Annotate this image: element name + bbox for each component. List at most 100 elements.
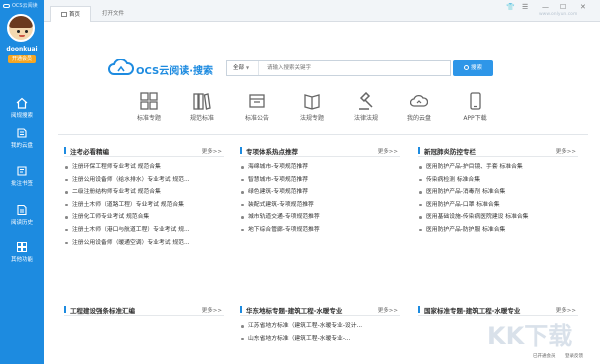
category-label: 标准专题: [136, 115, 161, 122]
category-announcements[interactable]: 标准公告: [232, 92, 282, 122]
list-item[interactable]: 城市轨道交通-专项规范推荐: [240, 211, 400, 224]
search-button[interactable]: 搜索: [453, 60, 493, 76]
more-link[interactable]: 更多>>: [202, 147, 222, 155]
list-item[interactable]: 注册化工师专业考试 规范合集: [64, 211, 224, 224]
sidebar-item-label: 批注书签: [10, 181, 33, 187]
sidebar-item-more[interactable]: 其他功能: [0, 241, 44, 271]
list-item[interactable]: 江苏省地方标准（建筑工程-水暖专业-设计...: [240, 320, 400, 333]
category-label: 法律法规: [353, 115, 378, 122]
search-button-label: 搜索: [470, 65, 482, 71]
watermark-logo: KK下载: [487, 322, 573, 350]
status-left: 已开通会员: [533, 354, 556, 359]
more-link[interactable]: 更多>>: [556, 306, 576, 314]
list-item[interactable]: 医用防护产品-口罩 标准合集: [418, 199, 578, 212]
list-item[interactable]: 传染病检测 标准合集: [418, 174, 578, 187]
annotation-icon: [17, 166, 27, 176]
list-item[interactable]: 注册土木师（港口与航道工程）专业考试 规...: [64, 224, 224, 237]
search-input[interactable]: [263, 61, 449, 75]
vip-badge[interactable]: 开通会员: [8, 55, 36, 63]
list-item[interactable]: 海绵城市-专项规范推荐: [240, 161, 400, 174]
category-label: APP下载: [463, 115, 487, 122]
category-label: 法规专题: [299, 115, 324, 122]
cloud-drive-icon: [17, 128, 27, 138]
list-item[interactable]: 医用基础设施-传染病医院建设 标准合集: [418, 211, 578, 224]
close-icon[interactable]: ✕: [580, 3, 586, 11]
section-header: 国家标准专题-建筑工程-水暖专业 更多>>: [418, 304, 578, 316]
sidebar-item-annotations[interactable]: 批注书签: [0, 165, 44, 195]
sidebar-item-search[interactable]: 阅规搜索: [0, 97, 44, 127]
section-header: 工程建设强条标准汇编 更多>>: [64, 304, 224, 316]
sidebar-item-history[interactable]: 阅读历史: [0, 204, 44, 234]
category-my-cloud[interactable]: 我的云盘: [394, 92, 444, 122]
category-standard-topics[interactable]: 标准专题: [124, 92, 174, 122]
list-item[interactable]: 装配式建筑-专项规范推荐: [240, 199, 400, 212]
section-title: 注考必看精编: [70, 148, 109, 156]
divider: [58, 134, 588, 135]
section-header: 专项体系热点推荐 更多>>: [240, 145, 400, 157]
search-category-value: 全部: [233, 65, 245, 71]
section-east-china-local: 华东地标专题-建筑工程-水暖专业 更多>> 江苏省地方标准（建筑工程-水暖专业-…: [240, 304, 400, 345]
brand-name: OCS云阅读·搜索: [136, 66, 214, 77]
search-category-select[interactable]: 全部 ▼: [227, 61, 259, 75]
section-accent-bar: [240, 306, 242, 313]
section-hot-topics: 专项体系热点推荐 更多>> 海绵城市-专项规范推荐 智慧城市-专项规范推荐 绿色…: [240, 145, 400, 237]
section-header: 注考必看精编 更多>>: [64, 145, 224, 157]
sidebar-item-label: 阅规搜索: [10, 113, 33, 119]
sidebar-item-label: 其他功能: [10, 257, 33, 263]
section-accent-bar: [64, 306, 66, 313]
gavel-icon: [359, 92, 373, 110]
list-item[interactable]: 医用防护产品-防护服 标准合集: [418, 224, 578, 237]
announcement-icon: [249, 94, 265, 108]
username: doonkuai: [6, 46, 38, 53]
phone-icon: [470, 92, 481, 110]
category-laws[interactable]: 法律法规: [341, 92, 391, 122]
list-item[interactable]: 注册公用设备师（给水排水）专业考试 规范...: [64, 174, 224, 187]
tab-home[interactable]: 首页: [50, 6, 92, 22]
list-item[interactable]: 智慧城市-专项规范推荐: [240, 174, 400, 187]
search-box: 全部 ▼: [226, 60, 451, 76]
tab-label: 首页: [69, 12, 81, 18]
category-law-topics[interactable]: 法规专题: [287, 92, 337, 122]
skin-icon[interactable]: 👕: [506, 3, 515, 11]
feedback-link[interactable]: 登录反馈: [565, 353, 583, 359]
list-item[interactable]: 绿色建筑-专项规范推荐: [240, 186, 400, 199]
avatar[interactable]: [7, 14, 35, 42]
category-app-download[interactable]: APP下载: [450, 92, 500, 122]
tab-open-file[interactable]: 打开文件: [92, 6, 134, 22]
sidebar-item-cloud-drive[interactable]: 我的云盘: [0, 127, 44, 157]
more-link[interactable]: 更多>>: [556, 147, 576, 155]
section-header: 新冠肺炎防控专栏 更多>>: [418, 145, 578, 157]
list-item[interactable]: 医用防护产品-消毒剂 标准合集: [418, 186, 578, 199]
section-accent-bar: [418, 306, 420, 313]
more-link[interactable]: 更多>>: [378, 147, 398, 155]
cloud-icon: [410, 94, 428, 107]
list-item[interactable]: 二级注册结构师专业考试 规范合集: [64, 186, 224, 199]
list-item[interactable]: 医用防护产品-护目镜、手套 标准合集: [418, 161, 578, 174]
home-icon: [16, 97, 28, 109]
category-specs[interactable]: 规范标准: [177, 92, 227, 122]
app-title-text: OCS云阅读: [12, 3, 38, 9]
list-item[interactable]: 注册公用设备师（暖通空调）专业考试 规范...: [64, 237, 224, 250]
sidebar-item-label: 阅读历史: [10, 220, 33, 226]
category-label: 我的云盘: [406, 115, 431, 122]
list-item[interactable]: 注册土木师（道路工程）专业考试 规范合集: [64, 199, 224, 212]
title-bar: 首页 打开文件 👕 ☰ — ☐ ✕ www.onlyun.com: [44, 0, 600, 22]
app-title: OCS云阅读: [3, 2, 38, 9]
more-link[interactable]: 更多>>: [378, 306, 398, 314]
list-item[interactable]: 山东省地方标准（建筑工程-水暖专业-...: [240, 333, 400, 346]
settings-menu-icon[interactable]: ☰: [522, 3, 528, 11]
list-item[interactable]: 注册环保工程师专业考试 规范合集: [64, 161, 224, 174]
category-label: 规范标准: [189, 115, 214, 122]
sidebar: OCS云阅读 doonkuai 开通会员 阅规搜索 我的云盘 批注书签 阅读历史…: [0, 0, 44, 364]
search-icon: [463, 65, 469, 70]
chevron-down-icon: ▼: [246, 65, 250, 70]
section-title: 华东地标专题-建筑工程-水暖专业: [246, 307, 343, 315]
list-item[interactable]: 地下综合管廊-专项规范推荐: [240, 224, 400, 237]
section-title: 国家标准专题-建筑工程-水暖专业: [424, 307, 521, 315]
tab-label: 打开文件: [102, 11, 125, 17]
more-link[interactable]: 更多>>: [202, 306, 222, 314]
maximize-icon[interactable]: ☐: [560, 3, 566, 11]
minimize-icon[interactable]: —: [542, 3, 549, 11]
sidebar-item-label: 我的云盘: [10, 143, 33, 149]
category-label: 标准公告: [244, 115, 269, 122]
